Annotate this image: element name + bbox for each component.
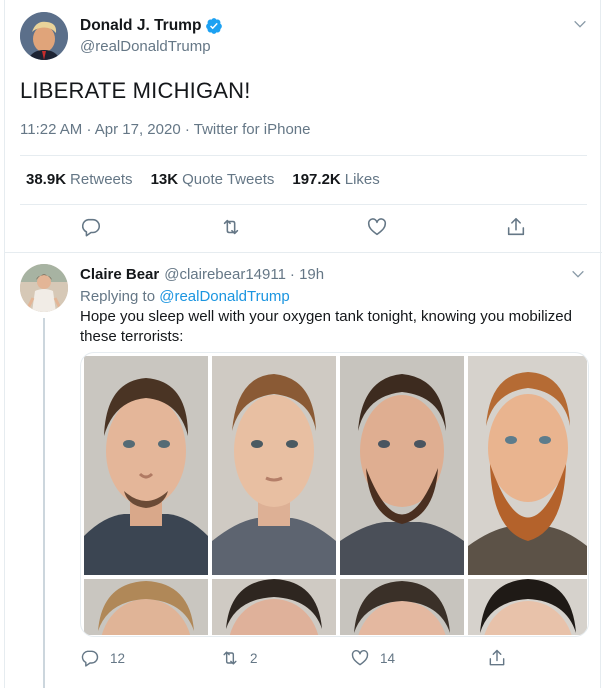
chevron-down-icon[interactable]: [572, 16, 588, 32]
retweet-button[interactable]: [220, 216, 242, 238]
verified-badge-icon: [206, 18, 223, 34]
media-grid[interactable]: [80, 352, 589, 637]
tweet-source[interactable]: Twitter for iPhone: [194, 121, 311, 138]
retweet-button[interactable]: 2: [220, 648, 258, 668]
media-photo[interactable]: [212, 579, 336, 635]
reply-button[interactable]: [80, 216, 102, 238]
reply-text: Hope you sleep well with your oxygen tan…: [80, 308, 572, 345]
share-button[interactable]: [487, 648, 507, 668]
tweet-stats: 38.9K Retweets 13K Quote Tweets 197.2K Like…: [26, 171, 398, 188]
author-name-row: Donald J. Trump: [80, 17, 223, 35]
share-button[interactable]: [505, 216, 527, 238]
media-photo[interactable]: [340, 579, 464, 635]
heart-icon: [367, 218, 387, 236]
share-icon: [489, 649, 505, 666]
author-handle[interactable]: @clairebear14911: [164, 266, 286, 283]
heart-icon: [351, 650, 369, 666]
media-photo[interactable]: [84, 356, 208, 575]
reply-count: 12: [110, 650, 126, 666]
divider: [20, 204, 587, 205]
tweet-separator: [5, 252, 602, 253]
avatar-photo: [20, 12, 68, 60]
tweet-time[interactable]: 11:22 AM: [20, 121, 82, 138]
avatar[interactable]: [20, 12, 68, 60]
thread-line: [43, 318, 45, 688]
stat-likes[interactable]: 197.2K Likes: [292, 171, 379, 188]
avatar[interactable]: [20, 264, 68, 312]
stat-quote-tweets[interactable]: 13K Quote Tweets: [151, 171, 275, 188]
replying-to: Replying to @realDonaldTrump: [80, 288, 290, 305]
media-photo[interactable]: [468, 356, 587, 575]
like-button[interactable]: 14: [350, 648, 395, 668]
main-tweet: Donald J. Trump @realDonaldTrump LIBERAT…: [5, 0, 602, 252]
stat-value: 197.2K: [292, 171, 341, 188]
chevron-down-icon[interactable]: [570, 266, 586, 282]
retweet-icon: [223, 651, 237, 665]
reply-tweet-actions: 12 2 14: [5, 648, 602, 678]
main-tweet-actions: [5, 216, 602, 246]
divider: [20, 155, 587, 156]
retweet-count: 2: [250, 650, 258, 666]
share-icon: [507, 217, 525, 236]
tweet-date[interactable]: Apr 17, 2020: [95, 121, 181, 138]
stat-label: Retweets: [70, 171, 133, 188]
meta-dot: ·: [86, 121, 92, 138]
reply-button[interactable]: 12: [80, 648, 125, 668]
like-count: 14: [380, 650, 396, 666]
media-photo[interactable]: [84, 579, 208, 635]
media-photo[interactable]: [340, 356, 464, 575]
mention-link[interactable]: @realDonaldTrump: [159, 288, 290, 305]
like-button[interactable]: [366, 216, 388, 238]
stat-retweets[interactable]: 38.9K Retweets: [26, 171, 133, 188]
reply-icon: [81, 650, 99, 667]
meta-dot: ·: [184, 121, 190, 138]
media-photo[interactable]: [212, 356, 336, 575]
author-name[interactable]: Claire Bear: [80, 266, 159, 283]
replying-prefix: Replying to: [80, 288, 156, 305]
tweet-text: LIBERATE MICHIGAN!: [20, 78, 251, 103]
stat-label: Likes: [344, 171, 380, 188]
reply-icon: [81, 218, 101, 237]
retweet-icon: [223, 219, 239, 235]
tweet-meta: 11:22 AM · Apr 17, 2020 · Twitter for iP…: [20, 121, 310, 138]
media-photo[interactable]: [468, 579, 587, 635]
stat-value: 38.9K: [26, 171, 67, 188]
author-name-row: Claire Bear @clairebear14911 · 19h: [80, 266, 324, 283]
stat-label: Quote Tweets: [182, 171, 275, 188]
author-handle[interactable]: @realDonaldTrump: [80, 38, 211, 55]
avatar-photo: [20, 264, 68, 312]
timeline-column: Donald J. Trump @realDonaldTrump LIBERAT…: [4, 0, 602, 688]
author-name[interactable]: Donald J. Trump: [80, 17, 201, 35]
tweet-age[interactable]: · 19h: [290, 266, 324, 283]
stat-value: 13K: [150, 171, 179, 188]
